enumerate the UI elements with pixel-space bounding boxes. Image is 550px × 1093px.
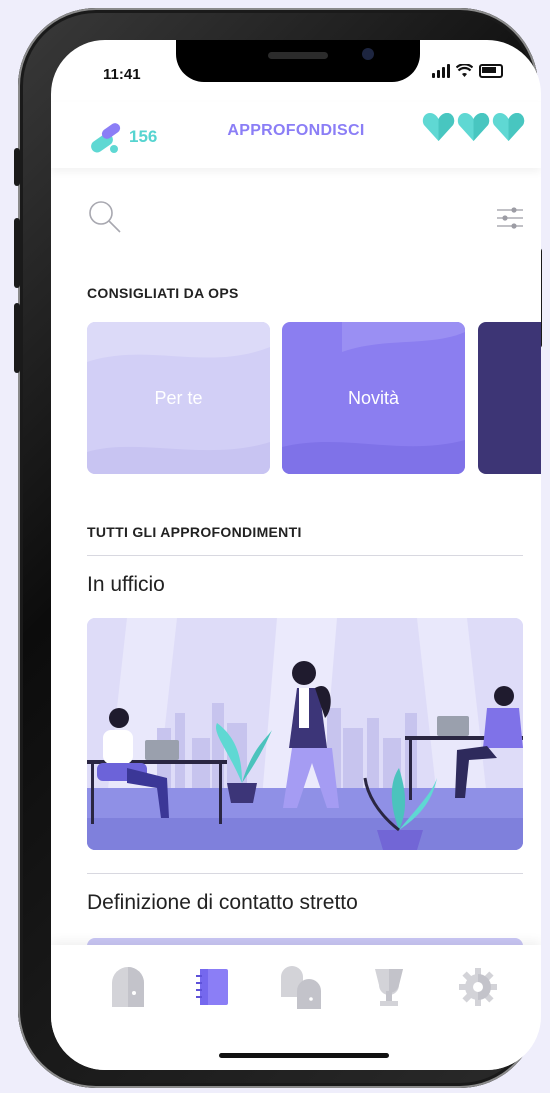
home-indicator[interactable] bbox=[219, 1053, 389, 1058]
signal-icon bbox=[432, 64, 450, 78]
speaker bbox=[268, 52, 328, 59]
volume-down-button bbox=[14, 303, 20, 373]
card-label: Novità bbox=[347, 387, 400, 408]
tab-trophies[interactable] bbox=[367, 965, 411, 1009]
card-label: Per te bbox=[154, 387, 203, 408]
battery-icon bbox=[479, 64, 503, 78]
divider bbox=[87, 873, 523, 874]
search-bar bbox=[87, 200, 523, 236]
tab-community[interactable] bbox=[279, 965, 323, 1009]
notch bbox=[176, 40, 420, 82]
status-icons bbox=[432, 64, 503, 78]
office-scene-image bbox=[87, 618, 523, 850]
article-title[interactable]: In ufficio bbox=[87, 573, 165, 597]
section-title-all: TUTTI GLI APPROFONDIMENTI bbox=[87, 524, 302, 540]
door-icon bbox=[112, 967, 144, 1007]
section-title-recommended: CONSIGLIATI DA OPS bbox=[87, 285, 239, 301]
search-icon[interactable] bbox=[87, 200, 123, 234]
screen: 11:41 156 APPROFONDISCI CONSIGLIATI DA O… bbox=[51, 40, 541, 1070]
heart-icon bbox=[422, 113, 455, 141]
heart-icon bbox=[457, 113, 490, 141]
office-illustration[interactable] bbox=[87, 618, 523, 850]
tab-home[interactable] bbox=[106, 965, 150, 1009]
status-time: 11:41 bbox=[103, 66, 141, 83]
card-per-te[interactable]: Per te bbox=[87, 322, 270, 474]
volume-up-button bbox=[14, 218, 20, 288]
doors-icon bbox=[281, 966, 321, 1009]
gear-icon bbox=[459, 968, 497, 1006]
book-icon bbox=[196, 969, 228, 1005]
filter-icon[interactable] bbox=[497, 206, 523, 230]
card-novita[interactable]: Novità bbox=[282, 322, 465, 474]
tab-bar bbox=[51, 945, 541, 1070]
card-third[interactable] bbox=[478, 322, 541, 474]
tab-approfondisci[interactable] bbox=[191, 965, 235, 1009]
wifi-icon bbox=[456, 64, 473, 77]
phone-frame: 11:41 156 APPROFONDISCI CONSIGLIATI DA O… bbox=[14, 8, 542, 1088]
article-title[interactable]: Definizione di contatto stretto bbox=[87, 891, 358, 915]
lives-indicator bbox=[422, 112, 525, 142]
mute-switch bbox=[14, 148, 20, 186]
trophy-icon bbox=[375, 969, 403, 1006]
tab-settings[interactable] bbox=[456, 965, 500, 1009]
camera bbox=[362, 48, 374, 60]
app-header: 156 APPROFONDISCI bbox=[51, 102, 541, 168]
heart-icon bbox=[492, 113, 525, 141]
divider bbox=[87, 555, 523, 556]
recommended-carousel[interactable]: Per te Novità bbox=[87, 322, 541, 474]
